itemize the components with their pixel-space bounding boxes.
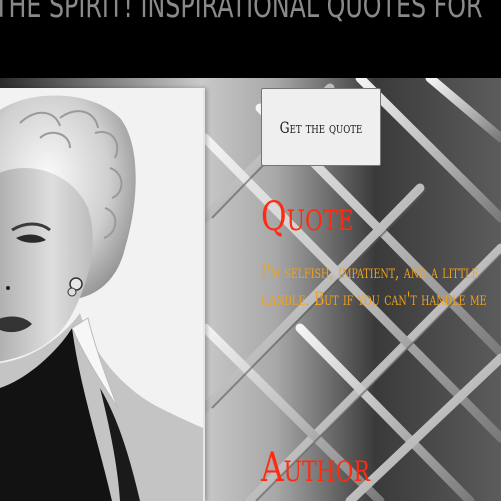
quote-section: Quote I'm selfish, impatient, and a litt… (0, 0, 501, 501)
quote-text: I'm selfish, impatient, and a little han… (261, 261, 487, 310)
author-heading: Author (261, 445, 370, 491)
quote-heading: Quote (261, 194, 354, 240)
